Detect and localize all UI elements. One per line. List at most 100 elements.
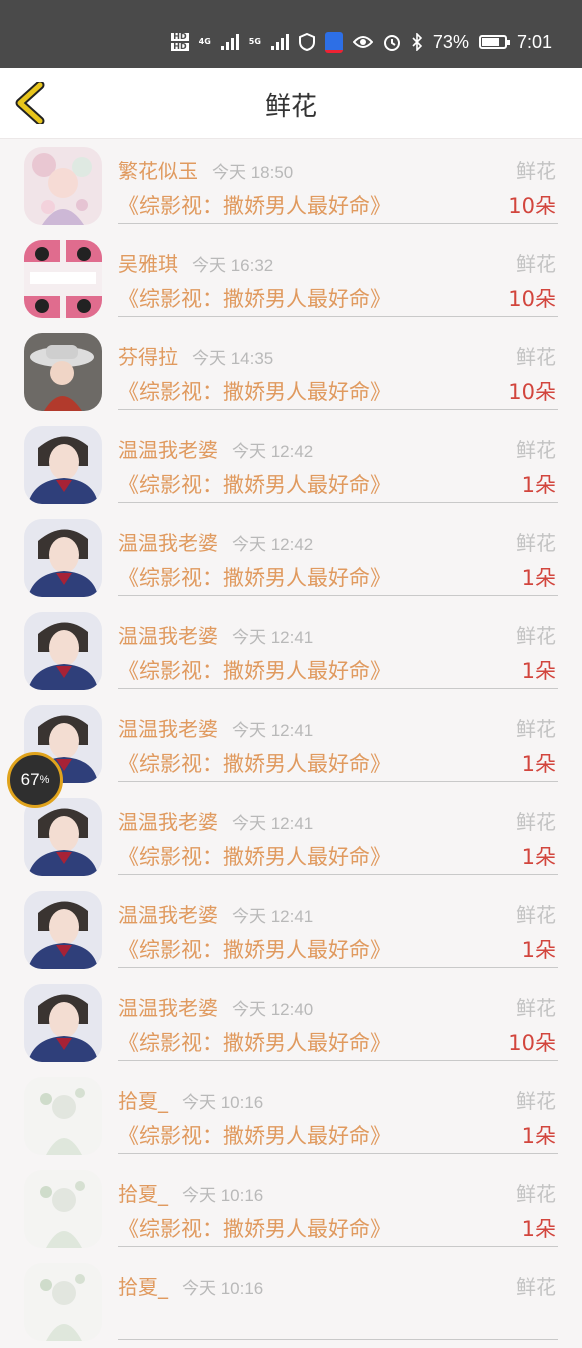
list-item[interactable]: 拾夏_ 今天 10:16 鲜花 [0,1255,582,1348]
shield-icon [298,33,315,51]
avatar[interactable] [24,333,102,411]
divider [118,781,558,782]
timestamp: 今天 10:16 [182,1093,264,1112]
timestamp: 今天 16:32 [192,256,274,275]
gift-count: 10朵 [508,1031,556,1055]
user-name: 拾夏_ 今天 10:16 [118,1178,263,1207]
book-title[interactable]: 《综影视：撒娇男人最好命》 [118,469,391,499]
timestamp: 今天 12:41 [232,628,314,647]
alarm-icon [383,35,400,51]
gift-count: 1朵 [521,659,556,683]
timestamp: 今天 10:16 [182,1279,264,1298]
user-name: 拾夏_ 今天 10:16 [118,1085,263,1114]
divider [118,1246,558,1247]
gift-type: 鲜花 [516,1182,556,1206]
list-item[interactable]: 温温我老婆 今天 12:41 鲜花 《综影视：撒娇男人最好命》 1朵 [0,790,582,883]
gift-count: 10朵 [508,380,556,404]
avatar[interactable] [24,426,102,504]
gift-type: 鲜花 [516,1275,556,1299]
list-item[interactable]: 温温我老婆 今天 12:41 鲜花 《综影视：撒娇男人最好命》 1朵 [0,697,582,790]
user-name-text: 温温我老婆 [118,531,218,555]
book-title[interactable]: 《综影视：撒娇男人最好命》 [118,190,391,220]
book-title[interactable]: 《综影视：撒娇男人最好命》 [118,934,391,964]
user-name: 芬得拉 今天 14:35 [118,341,273,370]
timestamp: 今天 12:41 [232,721,314,740]
book-title[interactable]: 《综影视：撒娇男人最好命》 [118,1120,391,1150]
divider [118,874,558,875]
signal-icon [220,34,239,50]
eye-icon [352,36,373,48]
user-name-text: 繁花似玉 [118,159,198,183]
timestamp: 今天 18:50 [212,163,294,182]
user-name: 温温我老婆 今天 12:42 [118,527,313,556]
book-title[interactable]: 《综影视：撒娇男人最好命》 [118,1027,391,1057]
book-title[interactable]: 《综影视：撒娇男人最好命》 [118,748,391,778]
book-title[interactable]: 《综影视：撒娇男人最好命》 [118,376,391,406]
gift-count: 1朵 [521,566,556,590]
user-name: 温温我老婆 今天 12:40 [118,992,313,1021]
gift-count: 10朵 [508,194,556,218]
avatar[interactable] [24,1077,102,1155]
list-item[interactable]: 温温我老婆 今天 12:40 鲜花 《综影视：撒娇男人最好命》 10朵 [0,976,582,1069]
divider [118,1060,558,1061]
user-name-text: 温温我老婆 [118,810,218,834]
signal-icon-2 [270,34,289,50]
timestamp: 今天 12:40 [232,1000,314,1019]
avatar[interactable] [24,1263,102,1341]
avatar[interactable] [24,891,102,969]
status-icons: HD HD 4G 5G 73% 7:01 [171,22,552,62]
hd-icon: HD HD [171,32,189,51]
list-item[interactable]: 温温我老婆 今天 12:41 鲜花《综影视：撒娇男人最好命》 1朵 [0,604,582,697]
timestamp: 今天 12:42 [232,535,314,554]
battery-icon [478,35,510,49]
page-title: 鲜花 [264,92,317,122]
gift-count: 10朵 [508,287,556,311]
gift-type: 鲜花 [516,252,556,276]
book-title[interactable]: 《综影视：撒娇男人最好命》 [118,841,391,871]
timestamp: 今天 12:42 [232,442,314,461]
list-item[interactable]: 拾夏_ 今天 10:16 鲜花 《综影视：撒娇男人最好命》 1朵 [0,1069,582,1162]
user-name-text: 温温我老婆 [118,624,218,648]
user-name: 温温我老婆 今天 12:41 [118,806,313,835]
avatar[interactable] [24,1170,102,1248]
gift-count: 1朵 [521,1217,556,1241]
list-item[interactable]: 拾夏_ 今天 10:16 鲜花《综影视：撒娇男人最好命》 1朵 [0,1162,582,1255]
book-title[interactable]: 《综影视：撒娇男人最好命》 [118,655,391,685]
progress-unit: % [39,774,50,786]
user-name-text: 拾夏_ [118,1182,168,1206]
divider [118,688,558,689]
gift-type: 鲜花 [516,810,556,834]
book-title[interactable]: 《综影视：撒娇男人最好命》 [118,283,391,313]
avatar[interactable] [24,798,102,876]
gift-type: 鲜花 [516,438,556,462]
book-title[interactable]: 《综影视：撒娇男人最好命》 [118,1213,391,1243]
user-name: 吴雅琪 今天 16:32 [118,248,273,277]
avatar[interactable] [24,612,102,690]
avatar[interactable] [24,240,102,318]
gift-count: 1朵 [521,938,556,962]
user-name: 拾夏_ 今天 10:16 [118,1271,263,1300]
list-item[interactable]: 吴雅琪 今天 16:32 鲜花《综影视：撒娇男人最好命》 10朵 [0,232,582,325]
avatar[interactable] [24,984,102,1062]
user-name: 温温我老婆 今天 12:41 [118,899,313,928]
avatar[interactable] [24,147,102,225]
status-bar: HD HD 4G 5G 73% 7:01 [0,0,582,68]
gift-type: 鲜花 [516,903,556,927]
book-title[interactable]: 《综影视：撒娇男人最好命》 [118,562,391,592]
progress-badge[interactable]: 67% [7,752,63,808]
list-item[interactable]: 温温我老婆 今天 12:41 鲜花《综影视：撒娇男人最好命》 1朵 [0,883,582,976]
divider [118,409,558,410]
list-item[interactable]: 繁花似玉 今天 18:50 鲜花 《综影视：撒娇男人最好命》 10朵 [0,139,582,232]
network-type-2: 5G [248,37,261,46]
gift-type: 鲜花 [516,624,556,648]
clock: 7:01 [516,31,552,52]
list-item[interactable]: 温温我老婆 今天 12:42 鲜花《综影视：撒娇男人最好命》 1朵 [0,511,582,604]
app-badge-icon [324,31,343,53]
user-name-text: 温温我老婆 [118,996,218,1020]
list-item[interactable]: 温温我老婆 今天 12:42 鲜花 《综影视：撒娇男人最好命》 1朵 [0,418,582,511]
gift-type: 鲜花 [516,531,556,555]
avatar[interactable] [24,519,102,597]
battery-percent: 73% [432,31,469,52]
list-item[interactable]: 芬得拉 今天 14:35 鲜花 《综影视：撒娇男人最好命》 10朵 [0,325,582,418]
gift-type: 鲜花 [516,1089,556,1113]
